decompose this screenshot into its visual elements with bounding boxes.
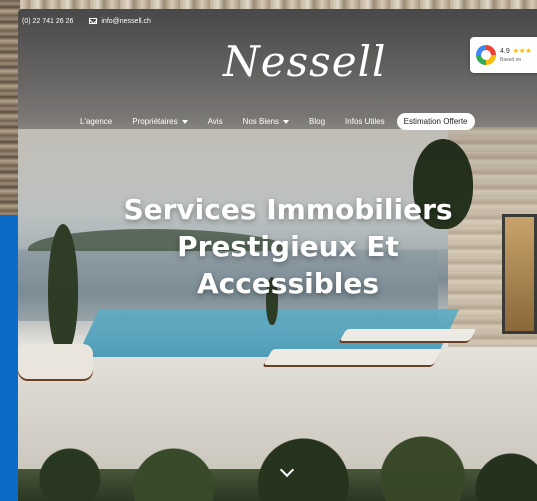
nav-label: Infos Utiles — [345, 117, 385, 126]
hero-headline: Services Immobiliers Prestigieux Et Acce… — [78, 191, 498, 302]
google-stars: ★★★ — [512, 48, 532, 55]
mail-icon — [89, 18, 98, 24]
main-nav: L'agence Propriétaires Avis Nos Biens Bl… — [70, 113, 475, 130]
nav-item-nos-biens[interactable]: Nos Biens — [233, 117, 299, 126]
nav-label: Nos Biens — [242, 117, 280, 126]
contact-bar: (0) 22 741 26 26 info@nessell.ch — [22, 15, 151, 27]
phone-link[interactable]: (0) 22 741 26 26 — [22, 18, 73, 25]
website-screen: (0) 22 741 26 26 info@nessell.ch Nessell… — [18, 9, 537, 501]
site-logo[interactable]: Nessell — [223, 37, 385, 97]
nav-label: Blog — [309, 117, 326, 126]
nav-item-infos-utiles[interactable]: Infos Utiles — [335, 117, 395, 126]
google-subtext: Based on — [500, 57, 522, 63]
caret-down-icon — [181, 119, 188, 124]
google-rating-badge[interactable]: 4.9 ★★★ Based on — [470, 37, 537, 73]
nav-label: Avis — [207, 117, 223, 126]
email-link[interactable]: info@nessell.ch — [89, 18, 151, 25]
email-text: info@nessell.ch — [101, 17, 151, 25]
estimation-offerte-button[interactable]: Estimation Offerte — [396, 113, 475, 130]
hero-line-3: Accessibles — [196, 267, 380, 300]
nav-label: L'agence — [80, 117, 113, 126]
google-score: 4.9 — [500, 47, 510, 55]
caret-down-icon — [283, 119, 290, 124]
hero-line-2: Prestigieux Et — [177, 230, 399, 263]
nav-label: Propriétaires — [132, 117, 178, 126]
nav-item-proprietaires[interactable]: Propriétaires — [122, 117, 197, 126]
nav-item-agence[interactable]: L'agence — [70, 117, 122, 126]
google-icon — [476, 45, 496, 65]
hero-line-1: Services Immobiliers — [123, 193, 453, 226]
nav-item-blog[interactable]: Blog — [299, 117, 335, 126]
nav-item-avis[interactable]: Avis — [198, 117, 233, 126]
phone-text: (0) 22 741 26 26 — [22, 17, 74, 25]
